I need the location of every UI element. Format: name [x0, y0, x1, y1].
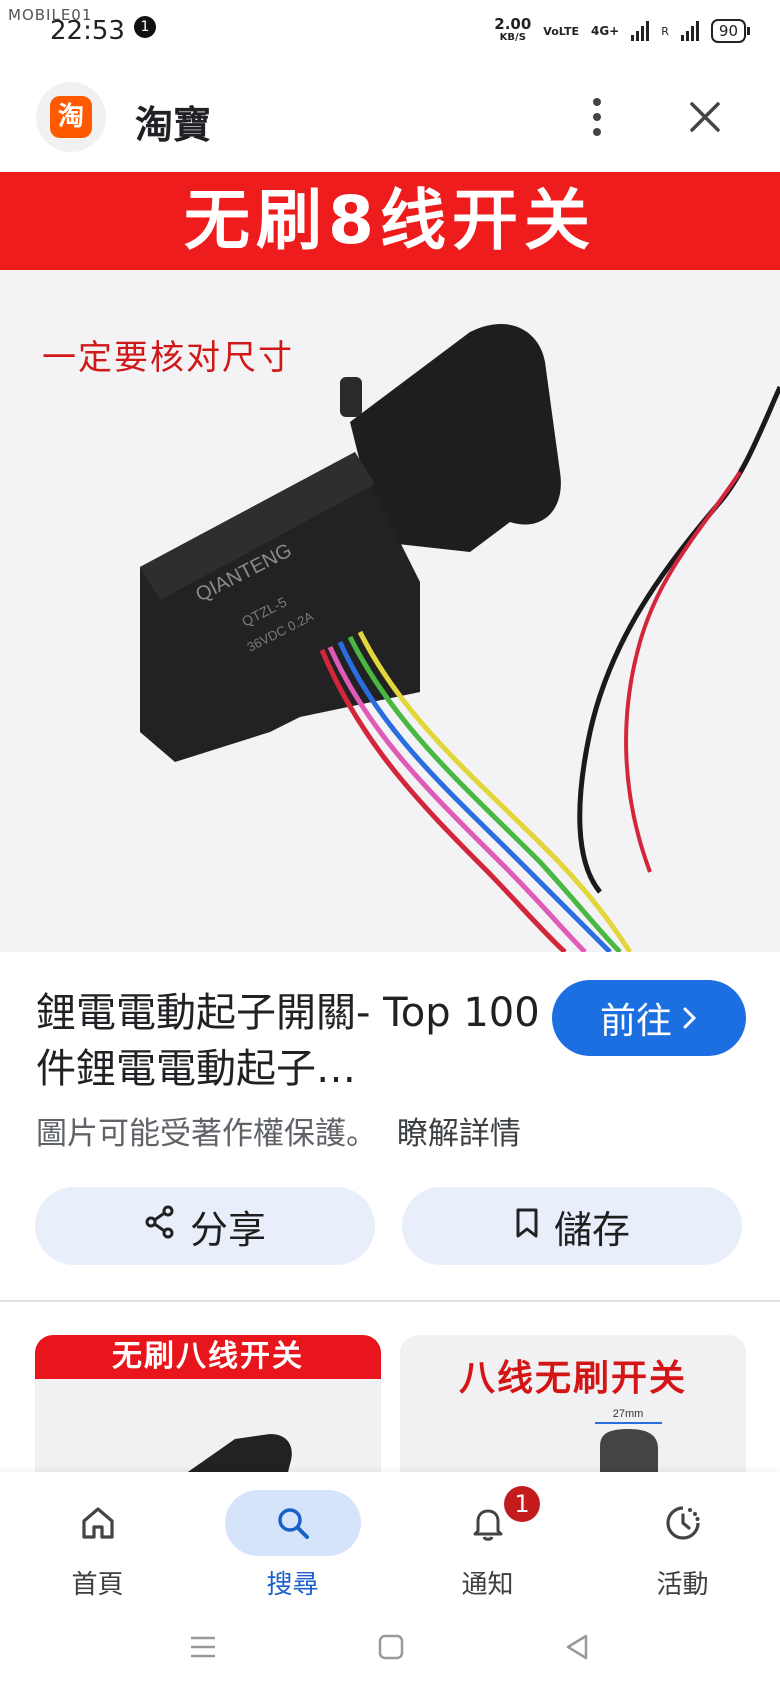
copyright-text: 圖片可能受著作權保護。: [36, 1116, 377, 1152]
system-nav-bar: [0, 1612, 780, 1690]
more-vert-icon[interactable]: [582, 92, 612, 142]
related-image-1[interactable]: 无刷八线开关: [35, 1335, 381, 1485]
notification-count-badge: 1: [134, 16, 156, 38]
copyright-notice: 圖片可能受著作權保護。 瞭解詳情: [36, 1108, 521, 1153]
home-nav-icon[interactable]: [376, 1632, 406, 1666]
related-image-2[interactable]: 八线无刷开关 27mm: [400, 1335, 746, 1485]
nav-home[interactable]: 首頁: [0, 1472, 195, 1612]
close-icon[interactable]: [680, 92, 730, 142]
volte-indicator: VoLTE: [543, 24, 579, 38]
nav-search-label: 搜尋: [266, 1570, 319, 1600]
roaming-indicator: R: [661, 24, 669, 38]
related-image-1-banner: 无刷八线开关: [35, 1335, 381, 1379]
nav-activity-label: 活動: [656, 1570, 709, 1600]
net-speed-unit: KB/S: [499, 32, 526, 43]
learn-more-link[interactable]: 瞭解詳情: [397, 1116, 521, 1152]
share-button[interactable]: 分享: [35, 1187, 375, 1265]
net-speed: 2.00 KB/S: [494, 17, 531, 44]
notification-badge: 1: [504, 1486, 540, 1522]
nav-notifications-label: 通知: [461, 1570, 514, 1600]
search-icon: [224, 1490, 361, 1556]
share-icon: [144, 1204, 176, 1248]
nav-home-label: 首頁: [71, 1570, 124, 1600]
signal-icon: [631, 21, 650, 41]
bookmark-icon: [514, 1204, 540, 1248]
recents-icon[interactable]: [188, 1632, 218, 1666]
section-divider: [0, 1300, 780, 1302]
related-image-2-banner: 八线无刷开关: [458, 1358, 687, 1399]
back-icon[interactable]: [562, 1632, 592, 1666]
page-title: 淘寶: [135, 103, 212, 147]
share-label: 分享: [189, 1207, 266, 1252]
status-indicators: 2.00 KB/S VoLTE 4G+ R 90: [494, 16, 751, 46]
status-time: 22:53: [50, 16, 125, 46]
signal-icon-2: [680, 21, 699, 41]
home-icon: [30, 1490, 166, 1556]
goto-label: 前往: [599, 1001, 672, 1042]
switch-illustration: QIANTENG QTZL-5 36VDC 0.2A: [140, 323, 780, 952]
related-image-1-switch: [155, 1434, 292, 1485]
app-bar: 淘 淘寶: [0, 70, 780, 170]
network-type: 4G+: [590, 24, 620, 38]
nav-notifications[interactable]: 1 通知: [390, 1472, 585, 1612]
dimension-label: 27mm: [613, 1408, 644, 1420]
taobao-logo[interactable]: 淘: [36, 82, 106, 152]
save-label: 儲存: [553, 1207, 630, 1252]
taobao-logo-icon: 淘: [50, 96, 92, 138]
hero-product-image[interactable]: 无刷8线开关 一定要核对尺寸 QIANTENG QTZL-5 36VDC 0.2…: [0, 172, 780, 952]
bottom-navigation: 首頁 搜尋 1 通知 活動: [0, 1472, 780, 1612]
result-title[interactable]: 鋰電電動起子開關- Top 100件鋰電電動起子…: [36, 985, 556, 1097]
chevron-right-icon: [682, 998, 698, 1039]
activity-icon: [615, 1490, 751, 1556]
status-bar: MOBILE01 22:53 1 2.00 KB/S VoLTE 4G+ R 9…: [0, 0, 780, 60]
battery-indicator: 90: [710, 19, 751, 43]
goto-button[interactable]: 前往: [552, 980, 746, 1056]
save-button[interactable]: 儲存: [402, 1187, 742, 1265]
nav-search[interactable]: 搜尋: [195, 1472, 390, 1612]
nav-activity[interactable]: 活動: [585, 1472, 780, 1612]
